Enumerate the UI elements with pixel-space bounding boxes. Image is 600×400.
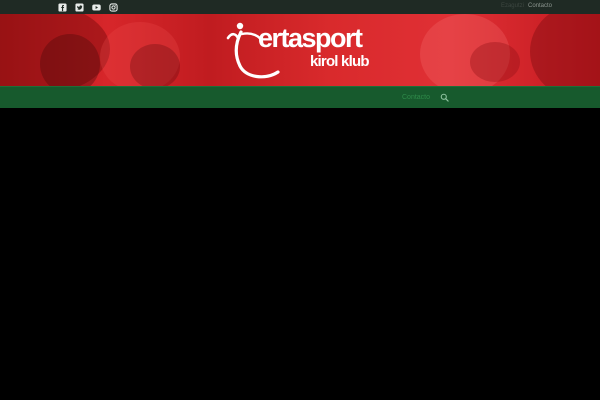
nav-item-contacto[interactable]: Contacto (402, 94, 430, 101)
top-link-contacto[interactable]: Contacto (528, 3, 552, 9)
facebook-icon[interactable] (58, 2, 67, 12)
site-logo[interactable]: ertasport kirol klub (222, 20, 382, 82)
top-link-ezagutzi[interactable]: Ezagutzi (501, 3, 524, 9)
logo-word: ertasport (258, 23, 363, 53)
social-links (58, 2, 118, 12)
main-navigation: Contacto (0, 86, 600, 108)
page-content (0, 108, 600, 400)
twitter-icon[interactable] (75, 2, 84, 12)
instagram-icon[interactable] (109, 2, 118, 12)
search-icon[interactable] (440, 93, 449, 102)
youtube-icon[interactable] (92, 3, 101, 12)
top-bar: Ezagutzi Contacto (0, 0, 600, 14)
header-banner: ertasport kirol klub (0, 14, 600, 86)
logo-subtitle: kirol klub (310, 53, 369, 70)
top-links: Ezagutzi Contacto (501, 3, 552, 9)
